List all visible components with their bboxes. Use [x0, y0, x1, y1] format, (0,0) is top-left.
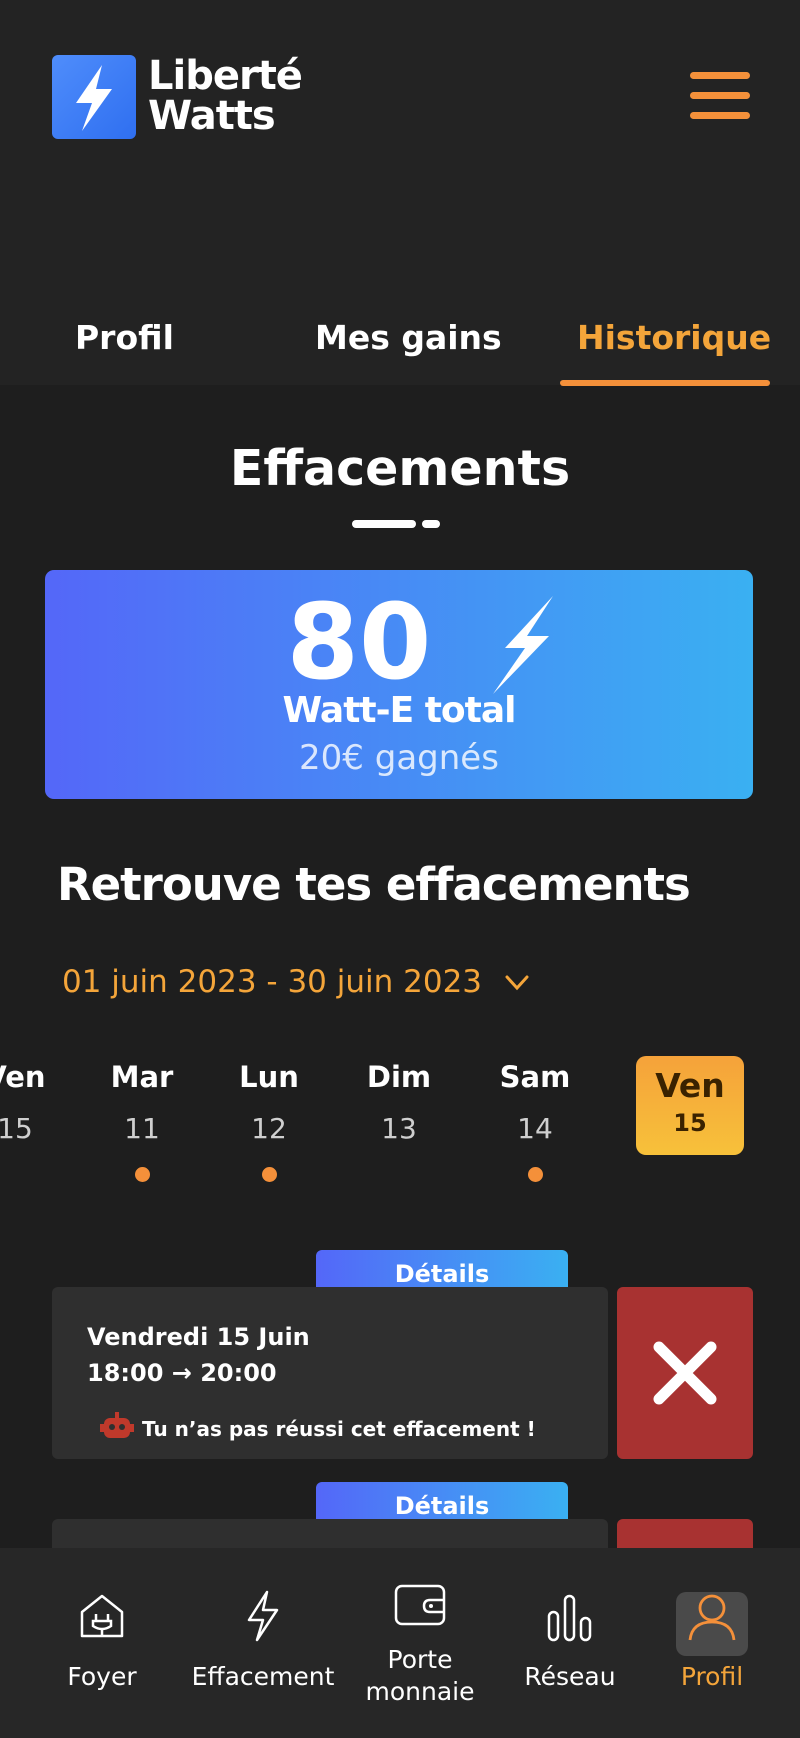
event-card[interactable]: Vendredi 15 Juin 18:00 → 20:00 Tu n’as p…	[52, 1287, 608, 1459]
robot-icon	[100, 1412, 134, 1438]
event-dot	[527, 1167, 543, 1182]
day-name: Mar	[110, 1060, 174, 1094]
active-tab-indicator	[560, 380, 770, 386]
nav-label: Effacement	[191, 1662, 335, 1691]
event-dot	[261, 1167, 277, 1182]
day-date: 13	[381, 1112, 417, 1145]
event-message: Tu n’as pas réussi cet effacement !	[142, 1417, 536, 1441]
history-title: Retrouve tes effacements	[57, 858, 691, 911]
nav-effacement[interactable]: Effacement	[188, 1548, 338, 1691]
day-date: 15	[673, 1109, 707, 1137]
day-name: Ven	[655, 1066, 725, 1105]
day-item-selected[interactable]: Ven 15	[636, 1056, 744, 1155]
nav-label: Foyer	[67, 1662, 137, 1691]
title-decoration	[352, 520, 416, 528]
bolt-icon	[493, 596, 553, 694]
bolt-icon	[247, 1590, 279, 1642]
event-status-failed	[617, 1287, 753, 1459]
tab-mes-gains[interactable]: Mes gains	[315, 318, 502, 357]
nav-profil[interactable]: Profil	[660, 1548, 764, 1691]
total-earned: 20€ gagnés	[299, 738, 499, 778]
date-range-selector[interactable]: 01 juin 2023 - 30 juin 2023	[62, 964, 530, 1000]
logo-line-1: Liberté	[148, 53, 303, 99]
nav-label: Porte monnaie	[365, 1645, 475, 1706]
hamburger-menu-icon[interactable]	[688, 68, 752, 124]
total-value: 80	[286, 581, 432, 703]
app-header: Liberté Watts Profil Mes gains Historiqu…	[0, 0, 800, 386]
total-card: 80 Watt-E total 20€ gagnés	[45, 570, 753, 799]
tab-historique[interactable]: Historique	[577, 318, 771, 357]
nav-foyer[interactable]: Foyer	[50, 1548, 154, 1691]
nav-label: Réseau	[524, 1662, 616, 1691]
logo-icon	[52, 55, 136, 139]
total-label: Watt-E total	[282, 690, 517, 731]
home-plug-icon	[80, 1594, 124, 1638]
day-item[interactable]: Dim 13	[349, 1060, 449, 1145]
wallet-icon	[394, 1584, 446, 1626]
day-item[interactable]: Sam 14	[485, 1060, 585, 1182]
day-date: 12	[251, 1112, 287, 1145]
event-day: Vendredi 15 Juin	[87, 1323, 310, 1351]
day-date: 11	[124, 1112, 160, 1145]
section-title: Effacements	[229, 440, 571, 497]
date-range-text: 01 juin 2023 - 30 juin 2023	[62, 964, 483, 1000]
logo-line-2: Watts	[148, 93, 276, 139]
day-item[interactable]: Mar 11	[92, 1060, 192, 1182]
event-time: 18:00 → 20:00	[87, 1359, 277, 1387]
day-item[interactable]: Lun 12	[219, 1060, 319, 1182]
day-name: Lun	[239, 1060, 299, 1094]
nav-porte-monnaie[interactable]: Porte monnaie	[355, 1548, 485, 1708]
day-name: Ven	[0, 1060, 46, 1094]
day-name: Sam	[499, 1060, 571, 1094]
user-icon	[688, 1594, 736, 1641]
title-decoration-dot	[422, 520, 440, 528]
event-dot	[134, 1167, 150, 1182]
bars-icon	[547, 1594, 592, 1642]
tab-profil[interactable]: Profil	[75, 318, 174, 357]
logo-wordmark: Liberté Watts	[148, 53, 303, 139]
day-date: 15	[0, 1112, 33, 1145]
day-name: Dim	[366, 1060, 432, 1094]
day-item[interactable]: Ven 15	[0, 1060, 65, 1145]
day-date: 14	[517, 1112, 553, 1145]
nav-label: Profil	[680, 1662, 744, 1691]
close-icon	[653, 1341, 717, 1405]
chevron-down-icon	[504, 964, 530, 1000]
nav-reseau[interactable]: Réseau	[512, 1548, 628, 1691]
bottom-navigation: Foyer Effacement Porte monnaie Réseau Pr…	[0, 1548, 800, 1738]
